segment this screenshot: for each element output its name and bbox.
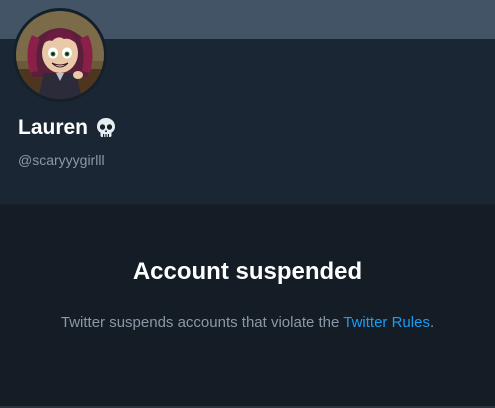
- suspension-title: Account suspended: [132, 258, 363, 285]
- suspension-message-text: Twitter suspends accounts that violate t…: [60, 314, 344, 331]
- skull-icon: [94, 116, 118, 140]
- suspended-profile-page: Lauren @scaryyygirlll Account suspended …: [0, 0, 495, 408]
- display-name-row: Lauren: [18, 115, 118, 141]
- avatar[interactable]: [16, 11, 104, 99]
- cartoon-girl-avatar-icon: [16, 11, 104, 99]
- suspension-notice-section: [0, 205, 495, 408]
- twitter-rules-link[interactable]: Twitter Rules: [343, 314, 430, 331]
- suspension-message: Twitter suspends accounts that violate t…: [40, 311, 455, 335]
- display-name: Lauren: [18, 116, 89, 139]
- suspension-message-end: .: [429, 314, 435, 331]
- profile-handle: @scaryyygirlll: [18, 152, 105, 168]
